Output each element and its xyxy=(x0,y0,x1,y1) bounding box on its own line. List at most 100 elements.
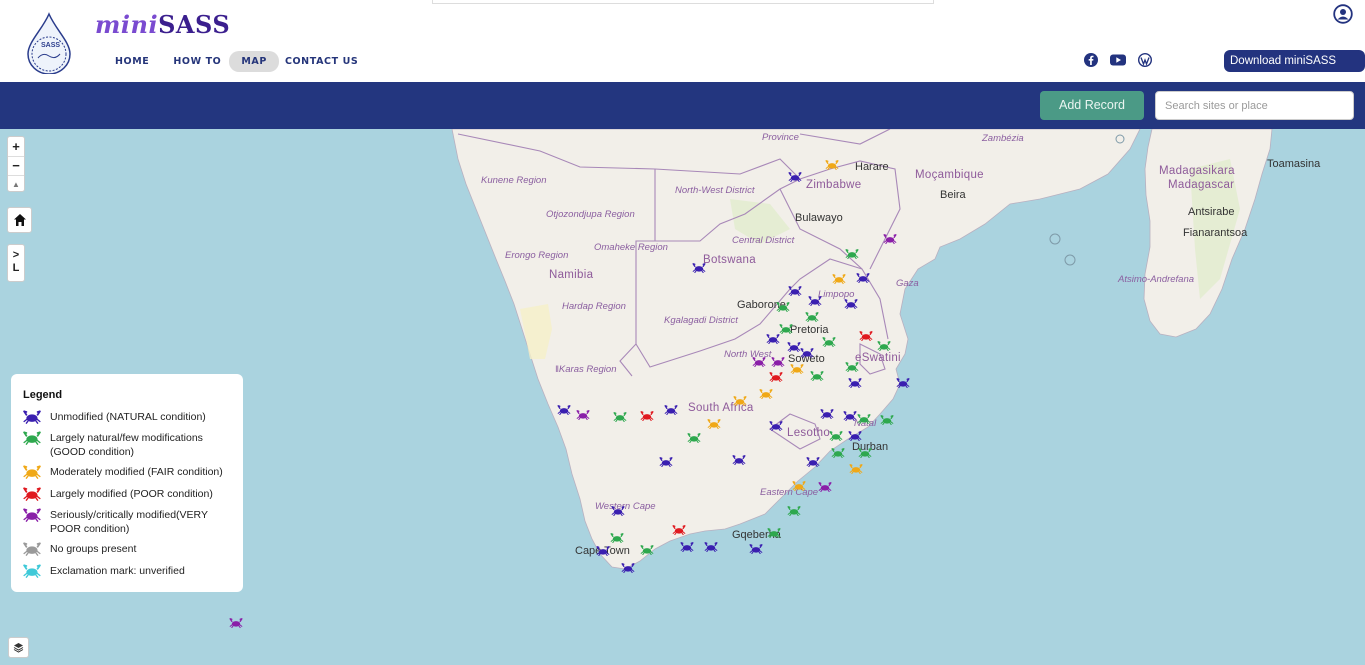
site-marker[interactable] xyxy=(557,402,571,416)
site-marker[interactable] xyxy=(732,452,746,466)
site-marker[interactable] xyxy=(845,359,859,373)
map-canvas[interactable]: Kunene Region Otjozondjupa Region Omahek… xyxy=(0,129,1365,665)
site-marker[interactable] xyxy=(610,530,624,544)
legend-item-very-poor: Seriously/critically modified(VERY POOR … xyxy=(23,508,222,536)
label-zambezia: Zambézia xyxy=(982,133,1024,144)
legend-toggle-button[interactable]: > L xyxy=(7,244,25,282)
legend-label: Moderately modified (FAIR condition) xyxy=(50,466,223,478)
label-otjozondjupa-region: Otjozondjupa Region xyxy=(546,209,635,220)
map-toolbar: Add Record xyxy=(0,82,1365,129)
site-marker[interactable] xyxy=(844,296,858,310)
label-hardap-region: Hardap Region xyxy=(562,301,626,312)
site-marker[interactable] xyxy=(829,428,843,442)
label-kunene-region: Kunene Region xyxy=(481,175,547,186)
site-marker[interactable] xyxy=(845,246,859,260)
label-beira: Beira xyxy=(940,189,966,201)
site-marker[interactable] xyxy=(831,445,845,459)
site-marker[interactable] xyxy=(640,408,654,422)
facebook-icon[interactable] xyxy=(1084,53,1098,72)
site-marker[interactable] xyxy=(749,541,763,555)
site-marker[interactable] xyxy=(818,479,832,493)
site-marker[interactable] xyxy=(857,411,871,425)
zoom-out-button[interactable]: − xyxy=(8,157,24,176)
site-marker[interactable] xyxy=(810,368,824,382)
site-marker[interactable] xyxy=(787,503,801,517)
legend-item-fair: Moderately modified (FAIR condition) xyxy=(23,465,230,484)
site-marker[interactable] xyxy=(896,375,910,389)
minisass-logo[interactable]: SASS xyxy=(24,12,74,75)
site-marker[interactable] xyxy=(880,412,894,426)
download-app-button[interactable]: Download miniSASS App xyxy=(1224,50,1365,89)
site-marker[interactable] xyxy=(800,345,814,359)
label-harare: Harare xyxy=(855,161,889,173)
crab-icon-very-poor xyxy=(23,508,41,527)
site-marker[interactable] xyxy=(792,478,806,492)
site-marker[interactable] xyxy=(788,169,802,183)
site-marker[interactable] xyxy=(788,283,802,297)
site-marker[interactable] xyxy=(692,260,706,274)
site-marker[interactable] xyxy=(805,309,819,323)
site-marker[interactable] xyxy=(621,560,635,574)
logo-text: SASS xyxy=(41,42,61,49)
brand-name[interactable]: miniSASS xyxy=(95,10,230,39)
site-marker[interactable] xyxy=(858,445,872,459)
reset-bearing-button[interactable]: ▲ xyxy=(8,176,24,193)
site-marker[interactable] xyxy=(820,406,834,420)
site-marker[interactable] xyxy=(806,454,820,468)
site-marker[interactable] xyxy=(576,407,590,421)
site-marker[interactable] xyxy=(229,615,243,629)
site-marker[interactable] xyxy=(759,386,773,400)
site-marker[interactable] xyxy=(825,157,839,171)
wordpress-icon[interactable] xyxy=(1137,52,1153,72)
site-marker[interactable] xyxy=(680,539,694,553)
site-marker[interactable] xyxy=(672,522,686,536)
zoom-in-button[interactable]: + xyxy=(8,137,24,157)
site-marker[interactable] xyxy=(848,375,862,389)
site-marker[interactable] xyxy=(613,409,627,423)
site-marker[interactable] xyxy=(769,418,783,432)
site-marker[interactable] xyxy=(808,293,822,307)
add-record-button[interactable]: Add Record xyxy=(1040,91,1144,120)
site-marker[interactable] xyxy=(766,331,780,345)
home-button[interactable] xyxy=(7,207,32,233)
nav-map[interactable]: MAP xyxy=(229,51,279,72)
site-marker[interactable] xyxy=(790,361,804,375)
site-marker[interactable] xyxy=(771,354,785,368)
legend-item-no-groups: No groups present xyxy=(23,542,230,561)
site-marker[interactable] xyxy=(787,339,801,353)
youtube-icon[interactable] xyxy=(1110,53,1126,72)
site-marker[interactable] xyxy=(776,299,790,313)
site-marker[interactable] xyxy=(856,270,870,284)
site-marker[interactable] xyxy=(779,321,793,335)
site-marker[interactable] xyxy=(832,271,846,285)
site-marker[interactable] xyxy=(883,231,897,245)
site-marker[interactable] xyxy=(849,461,863,475)
site-marker[interactable] xyxy=(767,525,781,539)
nav-contact-us[interactable]: CONTACT US xyxy=(273,51,370,72)
user-account-icon[interactable] xyxy=(1333,4,1353,29)
search-input[interactable] xyxy=(1155,91,1354,120)
site-marker[interactable] xyxy=(859,328,873,342)
site-marker[interactable] xyxy=(687,430,701,444)
site-marker[interactable] xyxy=(848,428,862,442)
site-marker[interactable] xyxy=(877,338,891,352)
site-marker[interactable] xyxy=(611,503,625,517)
label-toamasina: Toamasina xyxy=(1267,158,1321,170)
site-marker[interactable] xyxy=(664,402,678,416)
site-marker[interactable] xyxy=(659,454,673,468)
nav-home[interactable]: HOME xyxy=(103,51,161,72)
site-marker[interactable] xyxy=(733,393,747,407)
site-marker[interactable] xyxy=(843,408,857,422)
site-marker[interactable] xyxy=(769,369,783,383)
site-marker[interactable] xyxy=(822,334,836,348)
site-marker[interactable] xyxy=(640,542,654,556)
site-marker[interactable] xyxy=(596,543,610,557)
layers-button[interactable] xyxy=(8,637,29,658)
nav-how-to[interactable]: HOW TO xyxy=(161,51,233,72)
site-marker[interactable] xyxy=(752,354,766,368)
site-marker[interactable] xyxy=(707,416,721,430)
main-nav: HOME HOW TO MAP CONTACT US xyxy=(103,51,370,72)
layers-icon xyxy=(13,643,24,653)
site-marker[interactable] xyxy=(704,539,718,553)
chevron-right-icon: > xyxy=(12,249,20,261)
